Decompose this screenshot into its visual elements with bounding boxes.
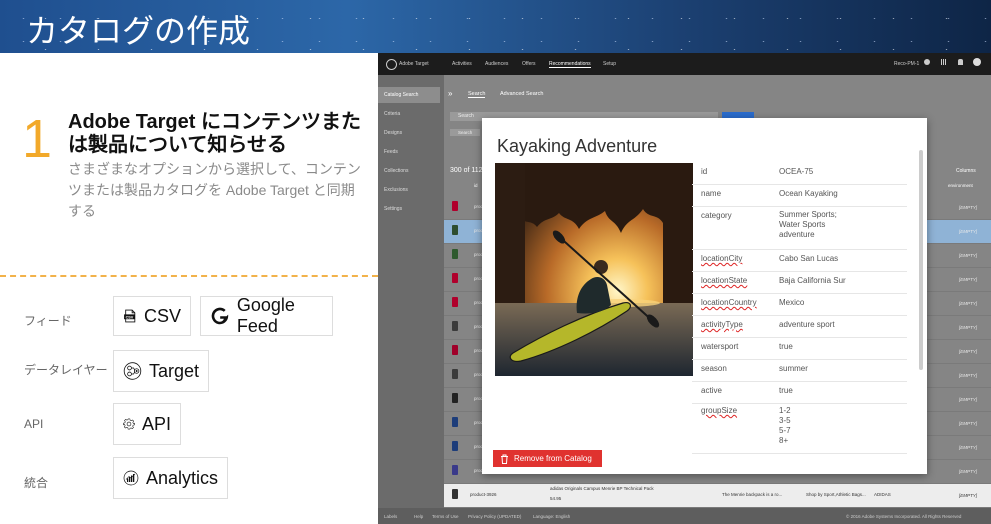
tab-search[interactable]: Search xyxy=(468,91,486,98)
apps-grid-icon[interactable] xyxy=(941,59,947,65)
footer-terms-link[interactable]: Terms of Use xyxy=(432,514,459,519)
trash-icon xyxy=(501,454,508,464)
footer-privacy-link[interactable]: Privacy Policy (UPDATED) xyxy=(468,514,521,519)
slide-title: カタログの作成 xyxy=(26,13,251,49)
csv-icon: CSV xyxy=(124,309,136,323)
search-tag[interactable]: Search xyxy=(450,129,480,136)
api-chip: API xyxy=(113,403,181,445)
footer-language[interactable]: Language: English xyxy=(533,514,570,519)
footer-help-link[interactable]: Help xyxy=(414,514,423,519)
left-panel: 1 Adobe Target にコンテンツまたは製品について知らせる さまざまな… xyxy=(0,53,378,524)
attr-row-location-country: locationCountry Mexico xyxy=(692,293,907,316)
footer-labels-link[interactable]: Labels xyxy=(384,514,397,519)
attr-row-name: name Ocean Kayaking xyxy=(692,184,907,207)
analytics-chip: Analytics xyxy=(113,457,228,499)
csv-chip-label: CSV xyxy=(143,305,181,326)
search-input-placeholder: Search xyxy=(458,113,474,119)
nav-audiences[interactable]: Audiences xyxy=(485,61,508,67)
sidebar-item-settings[interactable]: Settings xyxy=(384,206,402,212)
last-row-name: adidas Originals Campus Menrie BP Techni… xyxy=(550,486,654,491)
slide-banner: カタログの作成 xyxy=(0,0,991,53)
remove-from-catalog-button[interactable]: Remove from Catalog xyxy=(493,450,602,467)
google-feed-chip-label: Google Feed xyxy=(236,295,295,336)
app-sidebar: Catalog Search Criteria Designs Feeds Co… xyxy=(378,75,444,524)
gear-icon xyxy=(123,418,135,430)
step-number: 1 xyxy=(22,109,53,169)
sidebar-item-feeds[interactable]: Feeds xyxy=(384,149,398,155)
api-chip-label: API xyxy=(141,413,171,434)
attr-row-activity-type: activityType adventure sport xyxy=(692,315,907,338)
remove-button-label: Remove from Catalog xyxy=(514,454,592,463)
category-label-api: API xyxy=(24,417,44,431)
google-g-icon xyxy=(211,307,229,325)
attr-row-location-state: locationState Baja California Sur xyxy=(692,271,907,294)
nav-setup[interactable]: Setup xyxy=(603,61,616,67)
modal-title: Kayaking Adventure xyxy=(497,136,658,156)
category-label-datalayer: データレイヤー xyxy=(24,363,108,377)
attr-row-category: category Summer Sports; Water Sports adve… xyxy=(692,206,907,250)
collapse-chevron-icon[interactable]: » xyxy=(448,89,452,98)
attr-row-active: active true xyxy=(692,381,907,404)
svg-text:CSV: CSV xyxy=(126,315,134,319)
kayaking-photo xyxy=(495,163,693,376)
last-row-id: product-3926 xyxy=(470,492,497,497)
category-label-integration: 統合 xyxy=(24,476,49,490)
category-label-feed: フィード xyxy=(24,314,72,328)
google-feed-chip: Google Feed xyxy=(200,295,333,336)
sidebar-item-catalog-search[interactable]: Catalog Search xyxy=(378,87,440,103)
analytics-chip-label: Analytics xyxy=(145,467,218,488)
sidebar-item-exclusions[interactable]: Exclusions xyxy=(384,187,408,193)
last-row-brand: ADIDAS xyxy=(874,492,891,497)
modal-scrollbar[interactable] xyxy=(919,150,923,370)
brand-label: Adobe Target xyxy=(399,61,429,67)
dashed-divider xyxy=(0,275,378,277)
columns-button[interactable]: Columns xyxy=(956,168,976,174)
last-row-environment: [EMPTY] xyxy=(958,493,977,498)
attr-row-group-size: groupSize 1-2 3-5 5-7 8+ xyxy=(692,403,907,454)
adobe-target-logo-icon xyxy=(386,59,397,70)
nav-offers[interactable]: Offers xyxy=(522,61,536,67)
attr-row-season: season summer xyxy=(692,359,907,382)
column-header-id: id xyxy=(474,183,478,188)
sidebar-item-collections[interactable]: Collections xyxy=(384,168,408,174)
analytics-icon xyxy=(123,470,139,486)
account-label[interactable]: Reco-PM-1 xyxy=(894,61,919,67)
tab-advanced-search[interactable]: Advanced Search xyxy=(500,91,543,97)
results-count: 300 of 112 xyxy=(450,167,483,174)
target-chip: Target xyxy=(113,350,209,392)
attr-row-watersport: watersport true xyxy=(692,337,907,360)
nav-recommendations[interactable]: Recommendations xyxy=(549,61,591,68)
target-icon xyxy=(123,362,142,380)
bell-icon[interactable] xyxy=(958,59,963,65)
last-row-category: Shop by Sport,Athletic Bags... xyxy=(806,492,866,497)
avatar[interactable] xyxy=(973,58,981,66)
product-detail-modal: Kayaking Adventure id OCEA-75 name Ocean K… xyxy=(482,118,927,474)
attr-row-location-city: locationCity Cabo San Lucas xyxy=(692,249,907,272)
footer-copyright: © 2016 Adobe Systems Incorporated. All R… xyxy=(846,514,962,519)
step-heading: Adobe Target にコンテンツまたは製品について知らせる xyxy=(68,111,361,156)
step-description: さまざまなオプションから選択して、コンテンツまたは製品カタログを Adobe T… xyxy=(68,161,361,219)
help-icon[interactable] xyxy=(924,59,930,65)
sidebar-item-designs[interactable]: Designs xyxy=(384,130,402,136)
app-footer: Labels Help Terms of Use Privacy Policy … xyxy=(378,508,991,524)
csv-chip: CSV CSV xyxy=(113,296,191,336)
app-top-bar: Adobe Target Activities Audiences Offers… xyxy=(378,53,991,75)
table-row-last[interactable]: product-3926 adidas Originals Campus Men… xyxy=(444,484,991,508)
target-chip-label: Target xyxy=(148,360,199,381)
column-header-environment: environment xyxy=(948,183,973,188)
last-row-price: 54.95 xyxy=(550,496,562,501)
last-row-desc: The Menrie backpack is a ro... xyxy=(722,492,783,497)
nav-activities[interactable]: Activities xyxy=(452,61,472,67)
sidebar-item-criteria[interactable]: Criteria xyxy=(384,111,400,117)
attr-row-id: id OCEA-75 xyxy=(692,162,907,185)
